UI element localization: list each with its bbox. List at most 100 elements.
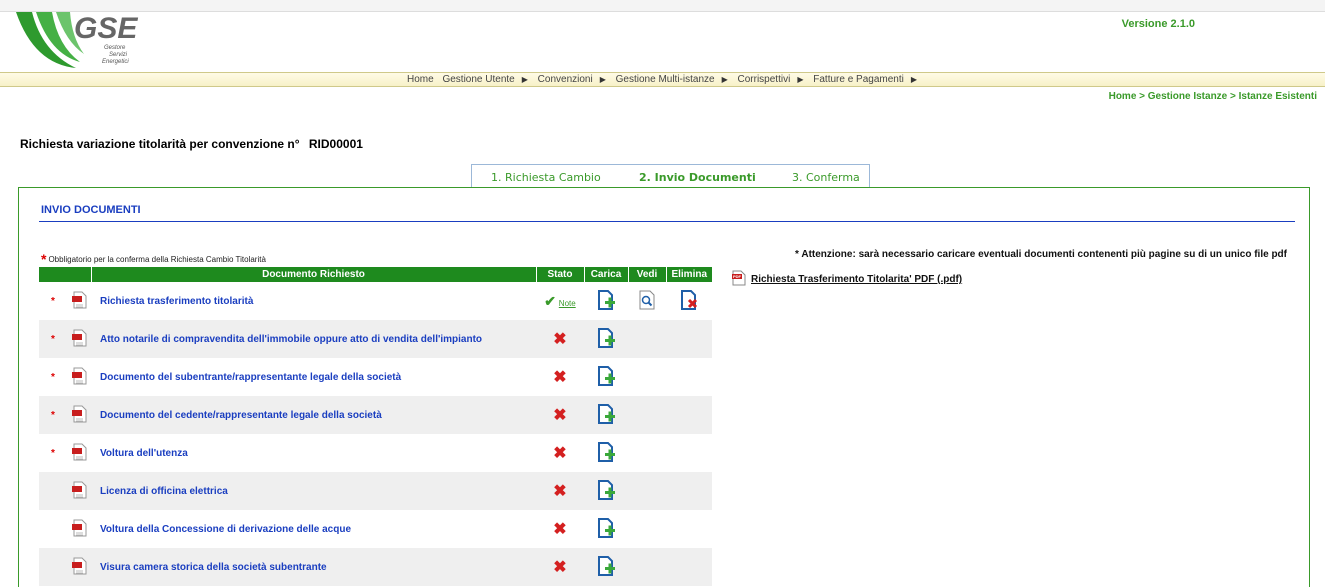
status-missing: ✖ xyxy=(536,434,584,472)
note-link[interactable]: Note xyxy=(559,299,576,308)
delete-cell xyxy=(666,358,712,396)
document-name: Voltura della Concessione di derivazione… xyxy=(100,523,352,535)
submenu-arrow-icon: ▶ xyxy=(599,75,606,84)
required-note-text: Obbligatorio per la conferma della Richi… xyxy=(48,255,266,264)
header-carica: Carica xyxy=(583,267,628,282)
required-star-icon: * xyxy=(39,396,67,434)
missing-x-icon: ✖ xyxy=(553,521,567,538)
upload-file-icon[interactable] xyxy=(596,365,616,390)
upload-file-icon[interactable] xyxy=(596,289,616,314)
status-missing: ✖ xyxy=(536,396,584,434)
document-name: Licenza di officina elettrica xyxy=(91,472,536,510)
main-nav: Home Gestione Utente ▶ Convenzioni ▶ Gesti… xyxy=(0,72,1325,87)
upload-file-icon[interactable] xyxy=(596,441,616,466)
upload-button[interactable] xyxy=(584,472,628,510)
pdf-document-icon xyxy=(67,510,91,548)
table-row: * Documento del cedente/rappresentante le… xyxy=(39,396,712,434)
table-row: * Voltura dell'utenza ✖ xyxy=(39,434,712,472)
pdf-document-icon xyxy=(67,396,91,434)
nav-home[interactable]: Home xyxy=(407,74,434,85)
header: GSE Gestore Servizi Energetici Versione … xyxy=(0,12,1325,72)
wizard-steps: 1. Richiesta Cambio 2. Invio Documenti 3… xyxy=(471,164,870,188)
header-elimina: Elimina xyxy=(665,267,712,282)
required-star-icon xyxy=(39,548,67,586)
upload-button[interactable] xyxy=(584,282,628,320)
svg-text:GSE: GSE xyxy=(74,12,138,45)
pdf-template-link[interactable]: PDF Richiesta Trasferimento Titolarita' … xyxy=(731,270,962,289)
svg-text:Gestore: Gestore xyxy=(104,45,126,51)
pdf-icon: PDF xyxy=(731,270,747,289)
submenu-arrow-icon: ▶ xyxy=(797,75,804,84)
document-name: Voltura dell'utenza xyxy=(100,447,188,459)
delete-file-icon[interactable] xyxy=(679,289,699,314)
view-cell xyxy=(628,396,666,434)
upload-file-icon[interactable] xyxy=(596,479,616,504)
required-star-icon: * xyxy=(51,295,55,307)
required-star-icon: * xyxy=(41,251,47,267)
upload-file-icon[interactable] xyxy=(596,327,616,352)
submenu-arrow-icon: ▶ xyxy=(910,75,918,84)
header-spacer xyxy=(67,267,91,282)
convention-code: RID00001 xyxy=(308,137,363,151)
required-star-icon: * xyxy=(51,447,55,459)
pdf-document-icon xyxy=(67,434,91,472)
svg-text:PDF: PDF xyxy=(733,274,742,279)
document-name: Documento del subentrante/rappresentante… xyxy=(100,371,402,383)
view-cell[interactable] xyxy=(628,282,666,320)
upload-button[interactable] xyxy=(584,358,628,396)
view-cell xyxy=(628,320,666,358)
delete-cell xyxy=(666,396,712,434)
required-note: * Obbligatorio per la conferma della Rich… xyxy=(41,249,266,267)
view-file-icon[interactable] xyxy=(638,290,656,313)
nav-convenzioni[interactable]: Convenzioni xyxy=(538,74,593,85)
nav-corrispettivi[interactable]: Corrispettivi xyxy=(738,74,791,85)
table-row: Licenza di officina elettrica ✖ xyxy=(39,472,712,510)
view-cell xyxy=(628,548,666,586)
breadcrumb: Home > Gestione Istanze > Istanze Esiste… xyxy=(1108,91,1317,102)
required-star-icon: * xyxy=(51,371,55,383)
step-invio-documenti: 2. Invio Documenti xyxy=(639,171,756,184)
panel-title: INVIO DOCUMENTI xyxy=(41,204,141,216)
nav-fatture-pagamenti[interactable]: Fatture e Pagamenti xyxy=(813,74,904,85)
missing-x-icon: ✖ xyxy=(553,407,567,424)
upload-button[interactable] xyxy=(584,548,628,586)
view-cell xyxy=(628,472,666,510)
upload-button[interactable] xyxy=(584,510,628,548)
nav-gestione-utente[interactable]: Gestione Utente xyxy=(442,74,514,85)
status-missing: ✖ xyxy=(536,548,584,586)
svg-text:Energetici: Energetici xyxy=(102,59,129,65)
header-stato: Stato xyxy=(535,267,584,282)
table-row: Visura camera storica della società sube… xyxy=(39,548,712,586)
gse-logo: GSE Gestore Servizi Energetici xyxy=(14,12,144,70)
pdf-document-icon xyxy=(67,358,91,396)
view-cell xyxy=(628,510,666,548)
upload-button[interactable] xyxy=(584,434,628,472)
status-missing: ✖ xyxy=(536,320,584,358)
pdf-document-icon xyxy=(67,472,91,510)
delete-cell[interactable] xyxy=(666,282,712,320)
upload-file-icon[interactable] xyxy=(596,403,616,428)
panel-divider xyxy=(39,221,1295,222)
upload-button[interactable] xyxy=(584,320,628,358)
step-richiesta-cambio: 1. Richiesta Cambio xyxy=(491,171,601,184)
missing-x-icon: ✖ xyxy=(553,483,567,500)
svg-text:Servizi: Servizi xyxy=(109,52,128,58)
nav-gestione-multi-istanze[interactable]: Gestione Multi-istanze xyxy=(616,74,715,85)
upload-file-icon[interactable] xyxy=(596,517,616,542)
pdf-document-icon xyxy=(67,320,91,358)
status-missing: ✖ xyxy=(536,472,584,510)
table-header-row: Documento Richiesto Stato Carica Vedi El… xyxy=(39,267,712,282)
step-conferma: 3. Conferma xyxy=(792,171,860,184)
upload-button[interactable] xyxy=(584,396,628,434)
missing-x-icon: ✖ xyxy=(553,369,567,386)
view-cell xyxy=(628,434,666,472)
required-star-icon xyxy=(39,472,67,510)
delete-cell xyxy=(666,510,712,548)
header-vedi: Vedi xyxy=(627,267,666,282)
version-label: Versione 2.1.0 xyxy=(1121,18,1195,30)
delete-cell xyxy=(666,548,712,586)
status-missing: ✖ xyxy=(536,510,584,548)
view-cell xyxy=(628,358,666,396)
document-name: Atto notarile di compravendita dell'immo… xyxy=(91,320,536,358)
table-row: * Atto notarile di compravendita dell'imm… xyxy=(39,320,712,358)
